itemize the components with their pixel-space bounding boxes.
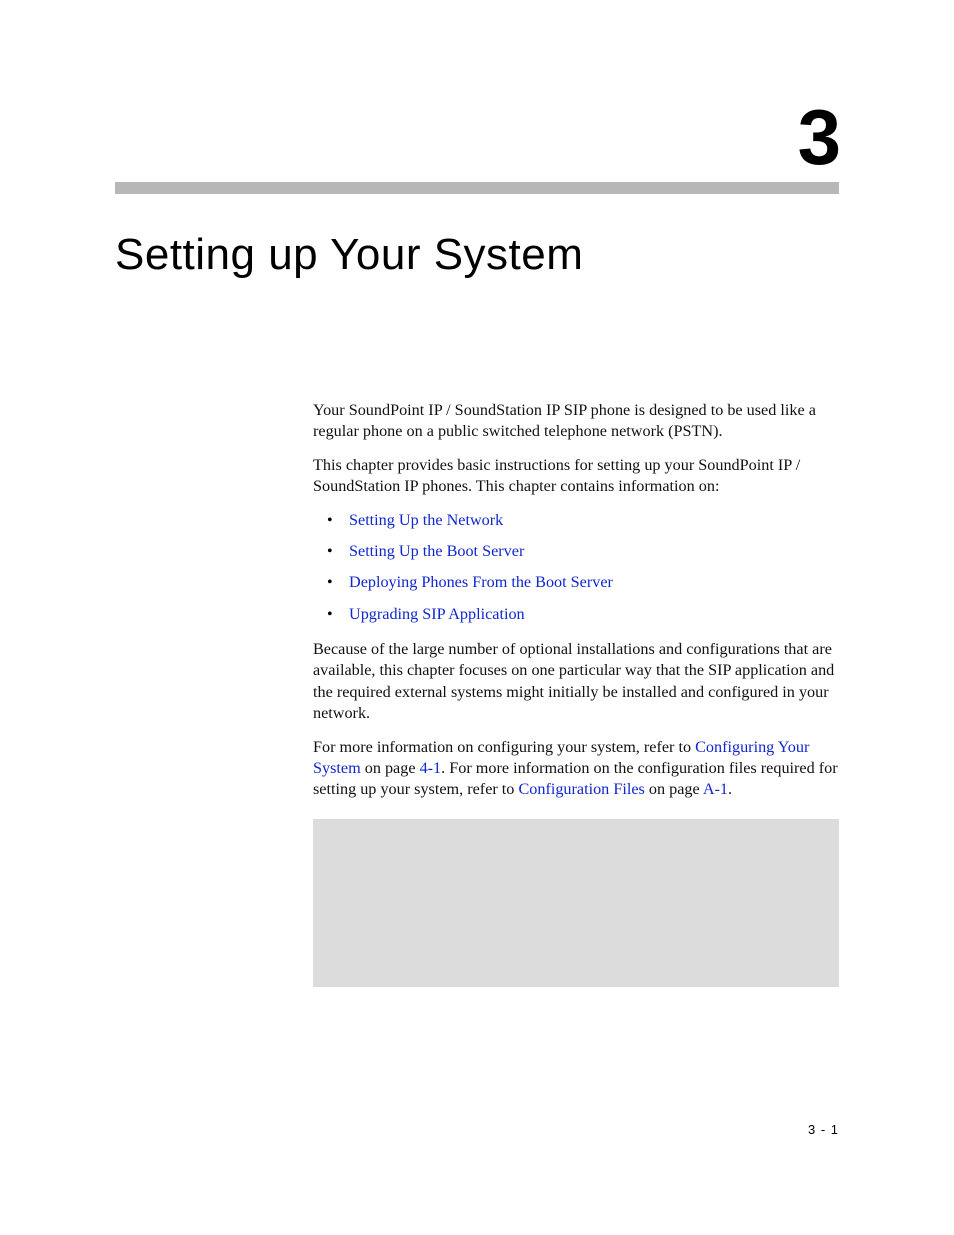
text-run: on page xyxy=(361,759,420,777)
bullet-list: Setting Up the Network Setting Up the Bo… xyxy=(327,510,839,626)
chapter-number: 3 xyxy=(115,98,839,176)
page-container: 3 Setting up Your System Your SoundPoint… xyxy=(0,0,954,987)
page-ref[interactable]: 4-1 xyxy=(420,759,442,777)
list-item: Upgrading SIP Application xyxy=(327,604,839,625)
list-item: Setting Up the Network xyxy=(327,510,839,531)
paragraph: For more information on configuring your… xyxy=(313,737,839,801)
list-item: Deploying Phones From the Boot Server xyxy=(327,572,839,593)
xref-link[interactable]: Setting Up the Network xyxy=(349,511,503,529)
page-number: 3 - 1 xyxy=(808,1122,839,1137)
xref-link[interactable]: Setting Up the Boot Server xyxy=(349,542,524,560)
chapter-title: Setting up Your System xyxy=(115,230,839,280)
list-item: Setting Up the Boot Server xyxy=(327,541,839,562)
text-run: on page xyxy=(645,780,703,798)
text-run: For more information on configuring your… xyxy=(313,738,695,756)
page-ref[interactable]: A-1 xyxy=(703,780,728,798)
placeholder-box xyxy=(313,819,839,987)
paragraph: This chapter provides basic instructions… xyxy=(313,455,839,498)
paragraph: Because of the large number of optional … xyxy=(313,639,839,725)
xref-link[interactable]: Upgrading SIP Application xyxy=(349,605,525,623)
body-column: Your SoundPoint IP / SoundStation IP SIP… xyxy=(313,400,839,987)
text-run: . xyxy=(728,780,732,798)
xref-link[interactable]: Deploying Phones From the Boot Server xyxy=(349,573,613,591)
xref-link[interactable]: Configuration Files xyxy=(518,780,644,798)
paragraph: Your SoundPoint IP / SoundStation IP SIP… xyxy=(313,400,839,443)
divider-rule xyxy=(115,182,839,194)
